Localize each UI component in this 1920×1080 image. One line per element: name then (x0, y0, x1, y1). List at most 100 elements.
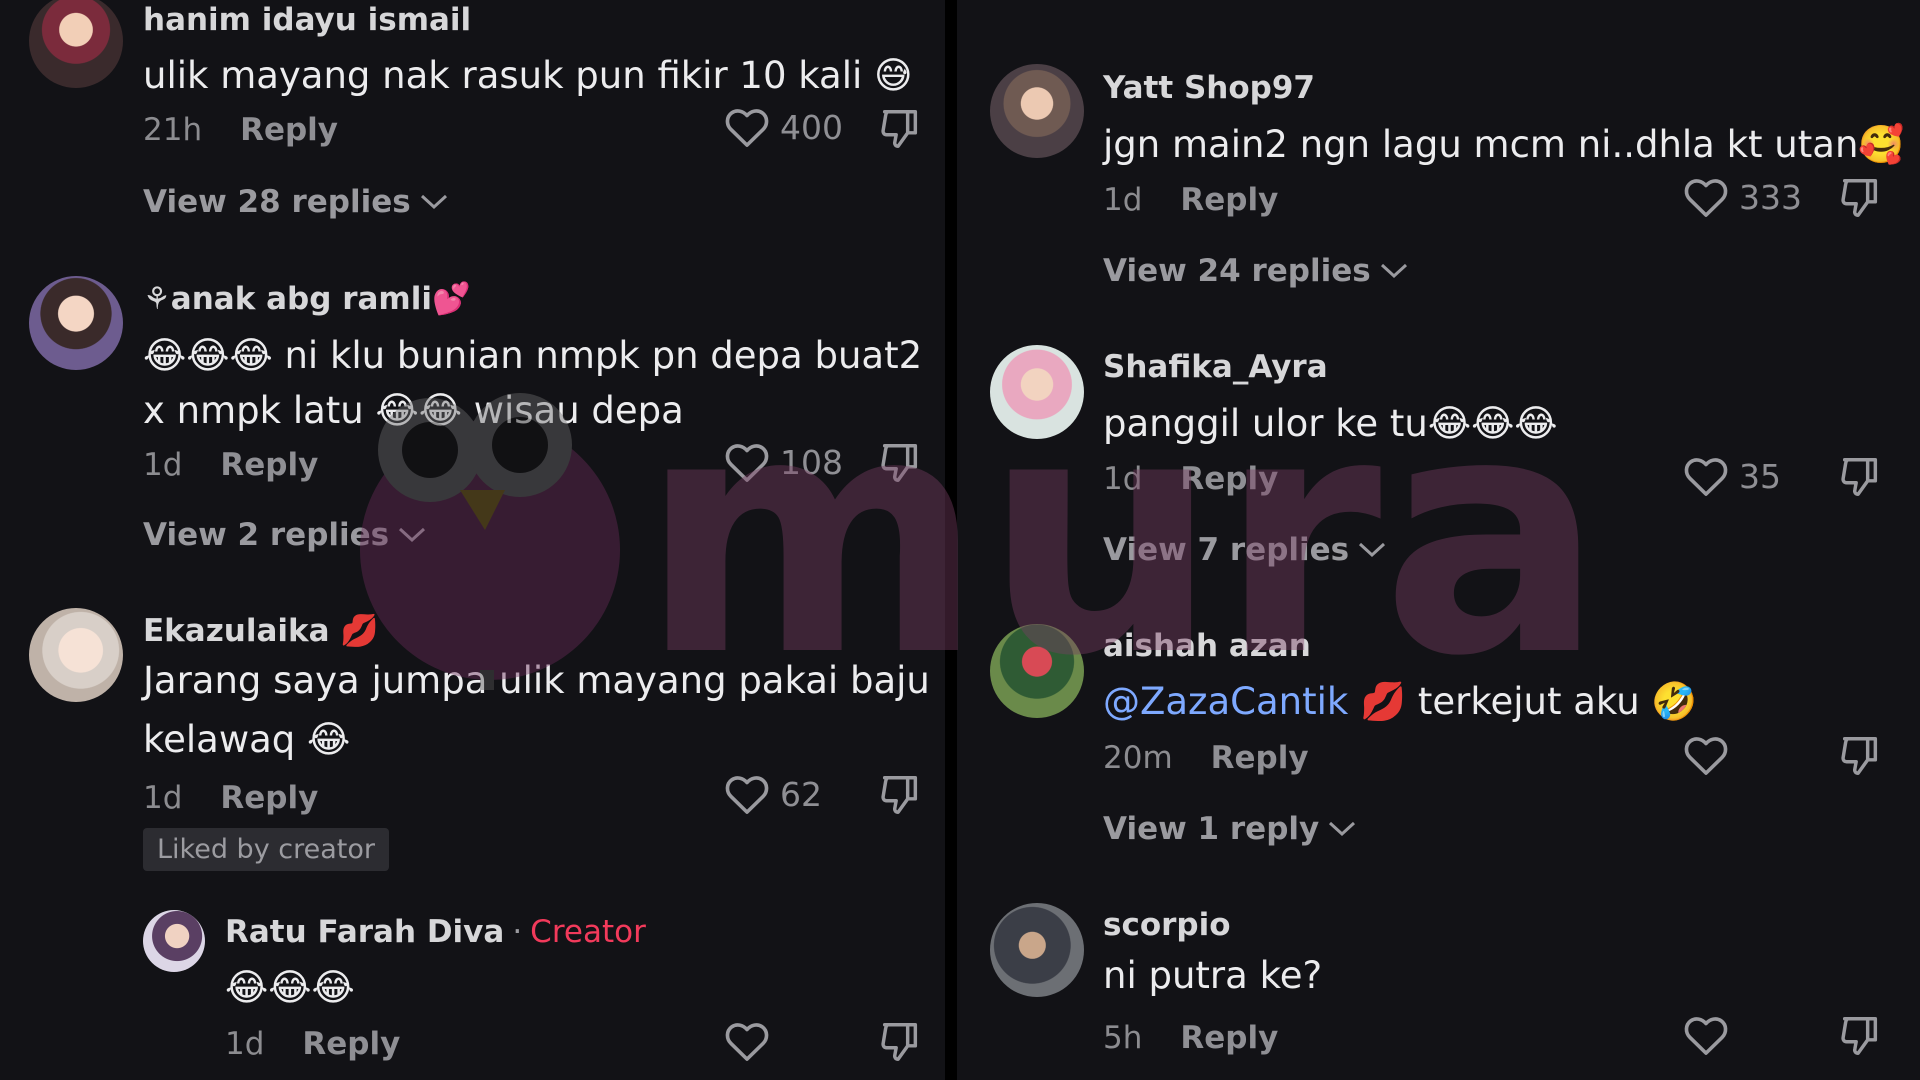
view-replies-label: View 2 replies (143, 517, 390, 553)
comment-time: 5h (1103, 1020, 1143, 1056)
comment-time: 20m (1103, 740, 1173, 776)
heart-icon (1684, 737, 1728, 775)
comment-text: 😂😂😂 (225, 966, 355, 1009)
dislike-icon[interactable] (1837, 454, 1883, 500)
avatar[interactable] (990, 345, 1084, 439)
avatar[interactable] (143, 910, 205, 972)
comment-text-body: 💋 terkejut aku 🤣 (1348, 680, 1698, 723)
chevron-down-icon (399, 527, 426, 543)
comment-username[interactable]: Shafika_Ayra (1103, 349, 1328, 385)
comment-username[interactable]: hanim idayu ismail (143, 2, 471, 38)
like-button[interactable]: 333 (1683, 176, 1802, 218)
liked-by-creator-badge: Liked by creator (143, 828, 389, 871)
comment-username[interactable]: Yatt Shop97 (1103, 70, 1315, 106)
comment-meta: 1d Reply (1103, 182, 1278, 218)
dislike-icon[interactable] (1837, 175, 1883, 221)
like-button[interactable]: 400 (724, 106, 843, 148)
comment-meta: 1d Reply (1103, 461, 1278, 497)
like-count: 108 (780, 442, 843, 482)
comment-time: 1d (143, 447, 183, 483)
comment-time: 21h (143, 112, 203, 148)
comment-username[interactable]: ⚘anak abg ramli💕 (143, 280, 471, 317)
comment-meta: 5h Reply (1103, 1020, 1278, 1056)
like-button[interactable]: 35 (1683, 455, 1781, 497)
comment-text-line2: kelawaq 😂 (143, 718, 351, 761)
chevron-down-icon (1329, 821, 1356, 837)
dislike-icon[interactable] (1837, 1013, 1883, 1059)
avatar[interactable] (990, 903, 1084, 997)
dislike-icon[interactable] (877, 772, 923, 818)
reply-button[interactable]: Reply (220, 780, 318, 816)
comment-time: 1d (143, 780, 183, 816)
reply-button[interactable]: Reply (1211, 740, 1309, 776)
avatar[interactable] (990, 624, 1084, 718)
view-replies-button[interactable]: View 24 replies (1103, 253, 1409, 289)
comment-text: 😂😂😂 ni klu bunian nmpk pn depa buat2 (143, 334, 923, 377)
heart-icon (1684, 179, 1728, 217)
like-count: 400 (780, 107, 843, 147)
separator-dot: · (512, 914, 523, 950)
comment-meta: 1d Reply (225, 1026, 400, 1062)
comment-text: jgn main2 ngn lagu mcm ni..dhla kt utan🥰 (1103, 123, 1905, 166)
comment-time: 1d (1103, 182, 1143, 218)
panel-divider (945, 0, 957, 1080)
view-replies-label: View 28 replies (143, 184, 411, 220)
view-replies-button[interactable]: View 1 reply (1103, 811, 1357, 847)
view-replies-label: View 7 replies (1103, 532, 1350, 568)
dislike-icon[interactable] (877, 1019, 923, 1065)
comment-username[interactable]: aishah azan (1103, 628, 1311, 664)
comment-username: Ratu Farah Diva · Creator (225, 914, 646, 950)
avatar[interactable] (29, 0, 123, 88)
comment-meta: 20m Reply (1103, 740, 1309, 776)
reply-button[interactable]: Reply (1180, 461, 1278, 497)
comment-text: panggil ulor ke tu😂😂😂 (1103, 402, 1558, 445)
view-replies-button[interactable]: View 2 replies (143, 517, 427, 553)
like-button[interactable] (1683, 1014, 1739, 1056)
comments-panel-left: hanim idayu ismail ulik mayang nak rasuk… (0, 0, 945, 1080)
avatar[interactable] (29, 276, 123, 370)
comment-meta: 21h Reply (143, 112, 338, 148)
reply-button[interactable]: Reply (1180, 1020, 1278, 1056)
comment-text: ulik mayang nak rasuk pun fikir 10 kali … (143, 54, 913, 97)
view-replies-button[interactable]: View 28 replies (143, 184, 449, 220)
view-replies-button[interactable]: View 7 replies (1103, 532, 1387, 568)
dislike-icon[interactable] (877, 106, 923, 152)
comment-username[interactable]: Ekazulaika 💋 (143, 612, 379, 649)
like-count: 333 (1739, 177, 1802, 217)
comment-time: 1d (225, 1026, 265, 1062)
heart-icon (725, 776, 769, 814)
heart-icon (725, 444, 769, 482)
reply-button[interactable]: Reply (240, 112, 338, 148)
heart-icon (1684, 458, 1728, 496)
comment-username[interactable]: scorpio (1103, 907, 1231, 943)
reply-button[interactable]: Reply (220, 447, 318, 483)
avatar[interactable] (990, 64, 1084, 158)
chevron-down-icon (1380, 263, 1407, 279)
comment-meta: 1d Reply (143, 780, 318, 816)
like-count: 35 (1739, 456, 1781, 496)
creator-name[interactable]: Ratu Farah Diva (225, 914, 504, 950)
comment-time: 1d (1103, 461, 1143, 497)
heart-icon (725, 1023, 769, 1061)
mention-link[interactable]: @ZazaCantik (1103, 680, 1348, 723)
dislike-icon[interactable] (877, 440, 923, 486)
comment-text: @ZazaCantik 💋 terkejut aku 🤣 (1103, 674, 1697, 730)
view-replies-label: View 24 replies (1103, 253, 1371, 289)
comments-panel-right: Yatt Shop97 jgn main2 ngn lagu mcm ni..d… (957, 0, 1920, 1080)
like-button[interactable] (724, 1020, 780, 1062)
view-replies-label: View 1 reply (1103, 811, 1320, 847)
chevron-down-icon (420, 194, 447, 210)
dislike-icon[interactable] (1837, 733, 1883, 779)
heart-icon (1684, 1017, 1728, 1055)
creator-tag: Creator (530, 914, 646, 950)
like-button[interactable] (1683, 734, 1739, 776)
comment-text-line2: x nmpk latu 😂😂 wisau depa (143, 389, 684, 432)
like-count: 62 (780, 774, 822, 814)
reply-button[interactable]: Reply (302, 1026, 400, 1062)
like-button[interactable]: 62 (724, 773, 822, 815)
avatar[interactable] (29, 608, 123, 702)
comment-text: Jarang saya jumpa ulik mayang pakai baju (143, 659, 930, 702)
comment-text: ni putra ke? (1103, 954, 1323, 997)
reply-button[interactable]: Reply (1180, 182, 1278, 218)
like-button[interactable]: 108 (724, 441, 843, 483)
